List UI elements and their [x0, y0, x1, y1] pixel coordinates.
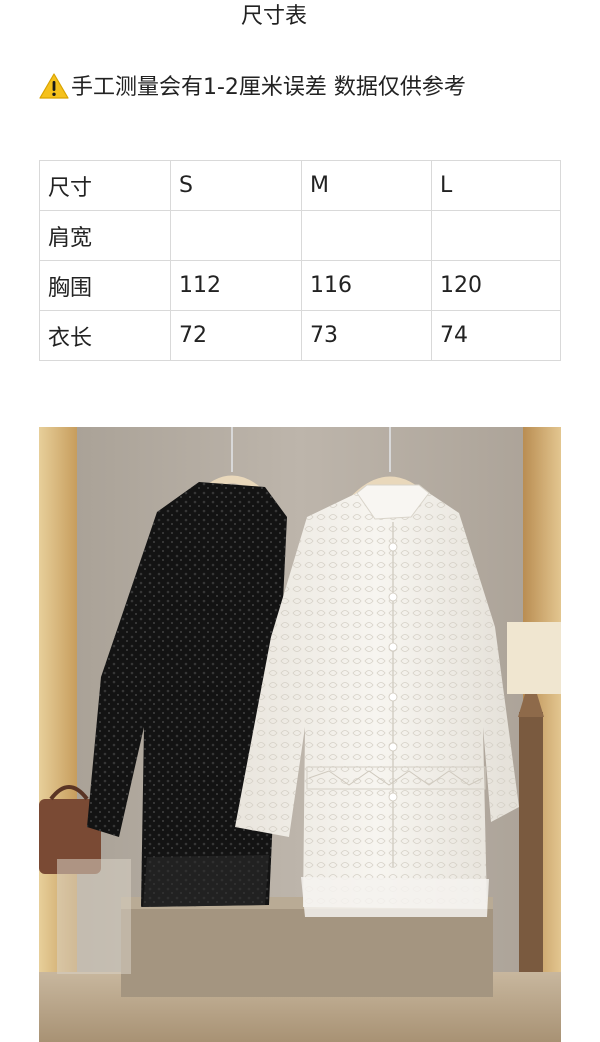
- table-cell: [301, 210, 432, 261]
- table-cell: [170, 210, 302, 261]
- table-cell: 73: [301, 310, 432, 361]
- lamp-shade: [507, 622, 561, 694]
- header-cell-size: 尺寸: [39, 160, 171, 211]
- size-table: 尺寸 S M L 肩宽 胸围 112 116 120 衣长 72 73 74: [39, 160, 561, 361]
- table-row: 衣长 72 73 74: [39, 310, 561, 361]
- row-label-length: 衣长: [39, 310, 171, 361]
- row-label-shoulder: 肩宽: [39, 210, 171, 261]
- warning-icon: [39, 73, 69, 99]
- table-header-row: 尺寸 S M L: [39, 160, 561, 211]
- table-cell: 72: [170, 310, 302, 361]
- table-cell: [431, 210, 561, 261]
- table-row: 肩宽: [39, 210, 561, 261]
- table-cell: 112: [170, 260, 302, 311]
- header-cell-m: M: [301, 160, 432, 211]
- table-cell: 116: [301, 260, 432, 311]
- row-label-chest: 胸围: [39, 260, 171, 311]
- product-photo: [39, 427, 561, 1042]
- header-cell-l: L: [431, 160, 561, 211]
- page-title: 尺寸表: [240, 4, 307, 29]
- measurement-note: 手工测量会有1-2厘米误差 数据仅供参考: [39, 70, 561, 106]
- product-photo-illustration: [39, 427, 561, 1042]
- table-cell: 120: [431, 260, 561, 311]
- table-row: 胸围 112 116 120: [39, 260, 561, 311]
- header-cell-s: S: [170, 160, 302, 211]
- note-text: 手工测量会有1-2厘米误差 数据仅供参考: [71, 75, 466, 100]
- table-cell: 74: [431, 310, 561, 361]
